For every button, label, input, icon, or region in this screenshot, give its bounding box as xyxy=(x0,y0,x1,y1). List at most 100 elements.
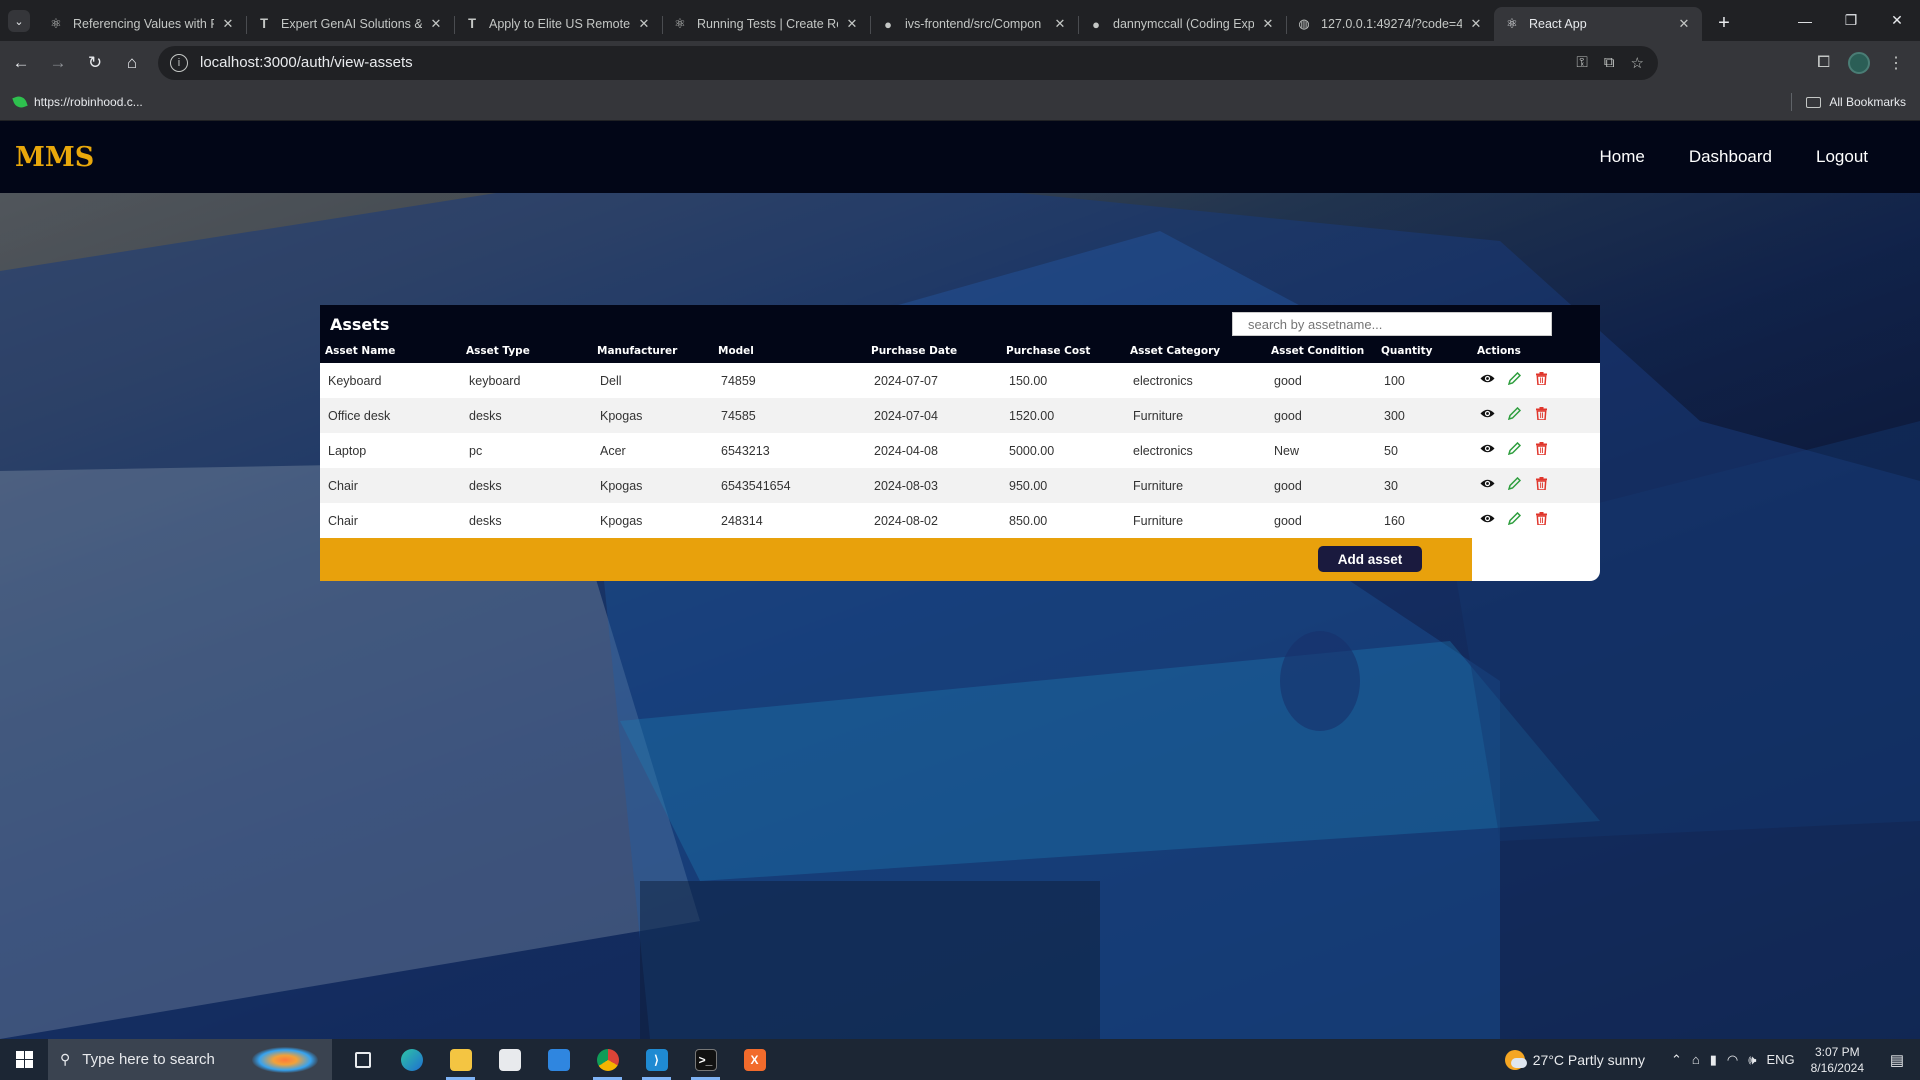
all-bookmarks-button[interactable]: All Bookmarks xyxy=(1791,93,1906,111)
bookmark-star-icon[interactable]: ☆ xyxy=(1631,54,1644,72)
close-window-icon[interactable]: ✕ xyxy=(1874,0,1920,41)
home-icon[interactable]: ⌂ xyxy=(116,47,148,79)
assets-card-header: Assets Asset Name Asset Type Manufacturer M… xyxy=(320,305,1600,363)
windows-start-icon[interactable] xyxy=(0,1039,48,1080)
close-tab-icon[interactable]: ✕ xyxy=(1260,16,1276,32)
reload-icon[interactable]: ↻ xyxy=(79,47,111,79)
cell-type: pc xyxy=(469,444,483,458)
system-clock[interactable]: 3:07 PM 8/16/2024 xyxy=(1811,1044,1864,1076)
delete-trash-icon[interactable] xyxy=(1534,441,1549,456)
tab-search-icon[interactable]: ⌄ xyxy=(8,10,30,32)
extensions-icon[interactable]: ⧠ xyxy=(1817,54,1830,72)
browser-tab[interactable]: ● ivs-frontend/src/Compon ✕ xyxy=(870,7,1078,41)
browser-tab[interactable]: 𝐓 Apply to Elite US Remote ✕ xyxy=(454,7,662,41)
nav-logout-link[interactable]: Logout xyxy=(1816,147,1868,167)
browser-tab[interactable]: ● dannymccall (Coding Exp ✕ xyxy=(1078,7,1286,41)
file-explorer-icon[interactable] xyxy=(436,1039,485,1080)
vscode-icon[interactable]: ⟩ xyxy=(632,1039,681,1080)
close-tab-icon[interactable]: ✕ xyxy=(1052,16,1068,32)
wifi-icon[interactable]: ◠ xyxy=(1727,1052,1738,1068)
url-text[interactable]: localhost:3000/auth/view-assets xyxy=(200,54,413,71)
cell-type: desks xyxy=(469,479,502,493)
weather-widget[interactable]: 27°C Partly sunny xyxy=(1504,1049,1645,1070)
view-eye-icon[interactable] xyxy=(1480,511,1495,526)
back-icon[interactable]: ← xyxy=(5,47,37,79)
table-row: Keyboard keyboard Dell 74859 2024-07-07 150.0… xyxy=(320,363,1600,398)
profile-avatar[interactable] xyxy=(1848,51,1870,74)
edge-browser-icon[interactable] xyxy=(387,1039,436,1080)
react-icon: ⚛ xyxy=(50,16,62,31)
github-icon: ● xyxy=(884,16,892,32)
react-icon: ⚛ xyxy=(1506,16,1518,31)
table-row: Chair desks Kpogas 248314 2024-08-02 850.00 Fu… xyxy=(320,503,1600,538)
row-actions xyxy=(1480,476,1549,491)
task-view-icon[interactable] xyxy=(338,1039,387,1080)
xampp-icon[interactable]: X xyxy=(730,1039,779,1080)
restore-icon[interactable]: ❐ xyxy=(1828,0,1874,41)
language-indicator[interactable]: ENG xyxy=(1766,1052,1794,1067)
mail-icon[interactable] xyxy=(534,1039,583,1080)
nav-dashboard-link[interactable]: Dashboard xyxy=(1689,147,1772,167)
tab-title: Referencing Values with R xyxy=(73,17,214,31)
app-logo[interactable]: MMS xyxy=(15,142,94,173)
close-tab-icon[interactable]: ✕ xyxy=(428,16,444,32)
site-info-icon[interactable]: i xyxy=(170,53,188,72)
table-row: Office desk desks Kpogas 74585 2024-07-04 152… xyxy=(320,398,1600,433)
github-icon: ● xyxy=(1092,16,1100,32)
forward-icon[interactable]: → xyxy=(42,47,74,79)
network-signal-icon[interactable]: ▮ xyxy=(1710,1052,1717,1068)
add-asset-button[interactable]: Add asset xyxy=(1318,546,1422,572)
nav-home-link[interactable]: Home xyxy=(1599,147,1644,167)
chevron-up-icon[interactable]: ⌃ xyxy=(1671,1052,1682,1068)
bookmark-robinhood[interactable]: https://robinhood.c... xyxy=(12,94,143,110)
close-tab-icon[interactable]: ✕ xyxy=(1676,16,1692,32)
edit-pencil-icon[interactable] xyxy=(1507,511,1522,526)
browser-tab[interactable]: ⚛ Referencing Values with R ✕ xyxy=(38,7,246,41)
browser-tab[interactable]: 𝐓 Expert GenAI Solutions & ✕ xyxy=(246,7,454,41)
view-eye-icon[interactable] xyxy=(1480,441,1495,456)
edit-pencil-icon[interactable] xyxy=(1507,371,1522,386)
meet-now-icon[interactable]: ⌂ xyxy=(1692,1052,1700,1067)
chrome-icon[interactable] xyxy=(583,1039,632,1080)
notification-icon[interactable]: ▤ xyxy=(1882,1051,1912,1069)
close-tab-icon[interactable]: ✕ xyxy=(636,16,652,32)
cell-name: Chair xyxy=(328,514,358,528)
cell-manufacturer: Kpogas xyxy=(600,409,643,423)
cell-type: desks xyxy=(469,409,502,423)
edit-pencil-icon[interactable] xyxy=(1507,476,1522,491)
delete-trash-icon[interactable] xyxy=(1534,511,1549,526)
asset-search-input[interactable] xyxy=(1232,312,1552,336)
microsoft-store-icon[interactable] xyxy=(485,1039,534,1080)
edit-pencil-icon[interactable] xyxy=(1507,441,1522,456)
cell-manufacturer: Kpogas xyxy=(600,479,643,493)
taskbar-search-box[interactable]: ⚲ Type here to search xyxy=(48,1039,332,1080)
close-tab-icon[interactable]: ✕ xyxy=(220,16,236,32)
tab-title: 127.0.0.1:49274/?code=4 xyxy=(1321,17,1462,31)
cell-category: electronics xyxy=(1133,444,1193,458)
address-bar[interactable]: i localhost:3000/auth/view-assets ⚿ ⧉ ☆ xyxy=(158,45,1658,80)
column-header: Purchase Date xyxy=(871,345,958,357)
terminal-icon[interactable]: >_ xyxy=(681,1039,730,1080)
install-app-icon[interactable]: ⧉ xyxy=(1604,54,1615,72)
browser-tab[interactable]: ⚛ Running Tests | Create Re ✕ xyxy=(662,7,870,41)
assets-table-body: Keyboard keyboard Dell 74859 2024-07-07 150.0… xyxy=(320,363,1600,538)
close-tab-icon[interactable]: ✕ xyxy=(1468,16,1484,32)
cell-name: Keyboard xyxy=(328,374,382,388)
close-tab-icon[interactable]: ✕ xyxy=(844,16,860,32)
volume-icon[interactable]: 🕪 xyxy=(1748,1052,1756,1068)
password-key-icon[interactable]: ⚿ xyxy=(1576,54,1587,72)
browser-tab[interactable]: ⚛ React App ✕ xyxy=(1494,7,1702,41)
delete-trash-icon[interactable] xyxy=(1534,476,1549,491)
new-tab-button[interactable]: + xyxy=(1710,9,1738,37)
edit-pencil-icon[interactable] xyxy=(1507,406,1522,421)
delete-trash-icon[interactable] xyxy=(1534,406,1549,421)
minimize-icon[interactable]: — xyxy=(1782,0,1828,41)
menu-kebab-icon[interactable]: ⋮ xyxy=(1888,53,1904,73)
view-eye-icon[interactable] xyxy=(1480,406,1495,421)
delete-trash-icon[interactable] xyxy=(1534,371,1549,386)
main-nav: Home Dashboard Logout xyxy=(1599,147,1868,167)
browser-tab[interactable]: ◍ 127.0.0.1:49274/?code=4 ✕ xyxy=(1286,7,1494,41)
view-eye-icon[interactable] xyxy=(1480,371,1495,386)
view-eye-icon[interactable] xyxy=(1480,476,1495,491)
weather-text: 27°C Partly sunny xyxy=(1532,1051,1645,1068)
